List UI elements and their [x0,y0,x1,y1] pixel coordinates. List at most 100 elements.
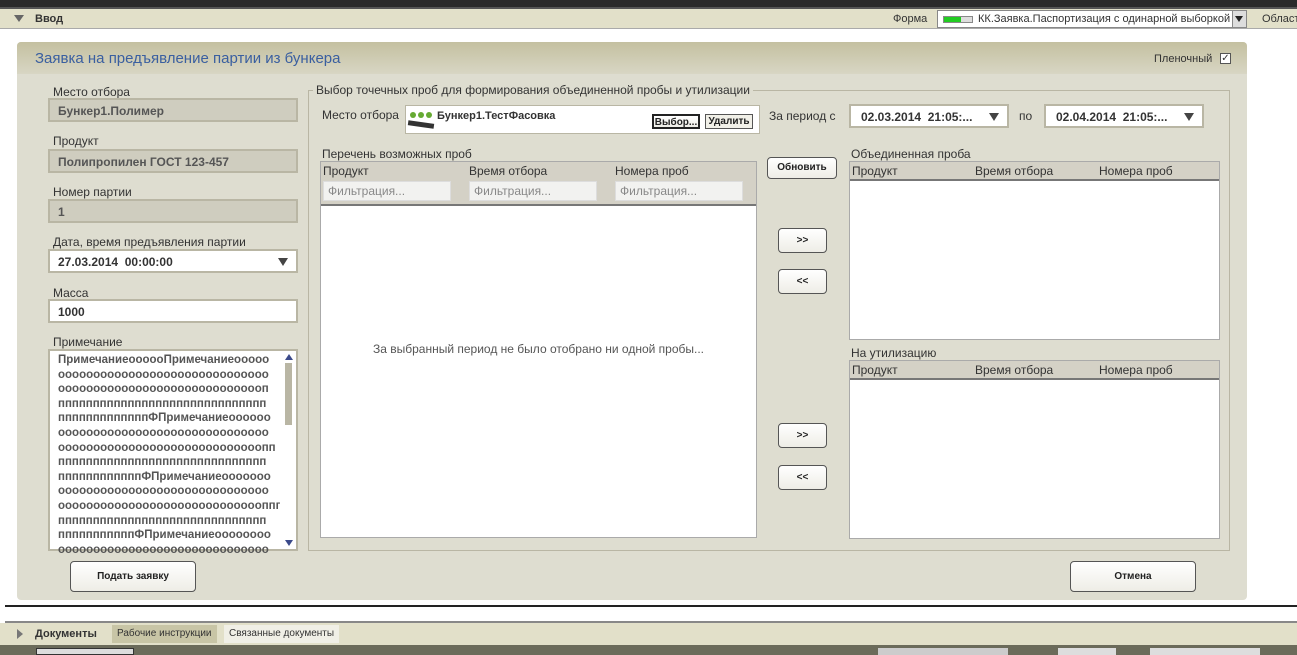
mass-label: Масса [53,286,89,300]
taskbar-item [1058,648,1116,655]
documents-title: Документы [35,628,97,640]
sel-place-label: Место отбора [322,108,399,122]
note-line: пппппппппппппппппппппппппппппп [58,397,267,410]
choose-button[interactable]: Выбор... [652,114,700,129]
refresh-button[interactable]: Обновить [767,157,837,179]
scrollbar-thumb[interactable] [285,363,292,425]
section-title: Ввод [35,13,64,25]
tab-work-instructions[interactable]: Рабочие инструкции [112,625,217,643]
filter-time-input[interactable]: Фильтрация... [469,181,597,201]
note-textarea[interactable]: ПримечаниеоооооПримечаниеооооо оооооооооо… [48,349,298,556]
panel-title: Заявка на предъявление партии из бункера [35,50,341,67]
documents-bar: Документы Рабочие инструкции Связанные д… [0,623,1297,645]
conveyor-icon [407,110,435,130]
note-label: Примечание [53,335,123,349]
period-from-value: 02.03.2014 21:05:... [861,110,973,124]
area-label: Област [1262,13,1297,25]
form-status-icon [943,16,973,23]
form-select[interactable]: КК.Заявка.Паспортизация с одинарной выбо… [937,10,1247,28]
note-line: оооооооооооооооооооооооооооооо [58,485,269,498]
scroll-down-icon[interactable] [285,540,293,546]
col-numbers[interactable]: Номера проб [615,164,689,178]
col-product[interactable]: Продукт [852,363,898,377]
dropdown-arrow-icon[interactable] [278,258,288,266]
window-top-bar [0,0,1297,9]
note-line: оооооооооооооооооооооооооооооо [58,426,269,439]
col-time[interactable]: Время отбора [469,164,547,178]
form-select-value: КК.Заявка.Паспортизация с одинарной выбо… [978,13,1231,25]
empty-message: За выбранный период не было отобрано ни … [372,342,705,356]
chevron-down-icon[interactable] [1232,11,1246,27]
batch-label: Номер партии [53,185,132,199]
combined-sample-grid: Продукт Время отбора Номера проб [849,161,1220,340]
taskbar [0,645,1297,655]
filter-numbers-input[interactable]: Фильтрация... [615,181,743,201]
disposal-grid: Продукт Время отбора Номера проб [849,360,1220,539]
col-time[interactable]: Время отбора [975,164,1053,178]
batch-field: 1 [48,199,298,223]
expand-triangle-icon[interactable] [17,629,23,639]
move-to-disposal-button[interactable]: >> [778,423,827,448]
note-line: пппппппппппФПримечаниеоооооооо [58,529,271,542]
delete-button[interactable]: Удалить [705,114,753,129]
request-panel: Заявка на предъявление партии из бункера… [17,42,1247,600]
available-samples-grid: Продукт Время отбора Номера проб Фильтра… [320,161,757,538]
note-line: оооооооооооооооооооооооооооооппп [58,499,280,512]
tab-related-documents[interactable]: Связанные документы [224,625,340,643]
grid-header: Продукт Время отбора Номера проб Фильтра… [321,162,756,206]
col-product[interactable]: Продукт [323,164,369,178]
period-to-picker[interactable]: 02.04.2014 21:05:... [1044,104,1204,128]
film-label: Пленочный [1154,53,1213,65]
scroll-up-icon[interactable] [285,354,293,360]
taskbar-item [878,648,1008,655]
period-to-value: 02.04.2014 21:05:... [1056,110,1168,124]
note-line: ооооооооооооооооооооооооооооопп [58,441,276,454]
cancel-button[interactable]: Отмена [1070,561,1196,592]
remove-from-disposal-button[interactable]: << [778,465,827,490]
input-section-header: Ввод Форма КК.Заявка.Паспортизация с оди… [0,9,1297,29]
panel-title-bar: Заявка на предъявление партии из бункера… [17,42,1247,74]
list-title: Перечень возможных проб [322,147,472,161]
submit-request-button[interactable]: Подать заявку [70,561,196,592]
note-line: оооооооооооооооооооооооооооооо [58,368,269,381]
note-text: ПримечаниеоооооПримечаниеооооо оооооооооо… [58,353,280,557]
dropdown-arrow-icon[interactable] [1184,113,1194,121]
form-label: Форма [893,13,928,25]
place-field: Бункер1.Полимер [48,98,298,122]
note-line: оооооооооооооооооооооооооооооо [58,543,269,556]
note-line: пппппппппппппппппппппппппппппп [58,514,267,527]
col-numbers[interactable]: Номера проб [1099,363,1173,377]
mass-input[interactable]: 1000 [48,299,298,323]
note-line: оооооооооооооооооооооооооооооп [58,383,269,396]
collapse-triangle-icon[interactable] [14,15,24,22]
note-line: ппппппппппппФПримечаниеооооооо [58,470,271,483]
grid-header: Продукт Время отбора Номера проб [850,162,1219,181]
note-line: пппппппппппппФПримечаниеоооооо [58,412,271,425]
period-to-label: по [1019,109,1033,123]
place-label: Место отбора [53,85,130,99]
disposal-title: На утилизацию [851,346,937,360]
product-field: Полипропилен ГОСТ 123-457 [48,149,298,173]
period-from-label: За период с [769,109,836,123]
sel-place-field: Бункер1.ТестФасовка Выбор... Удалить [405,105,760,134]
grid-header: Продукт Время отбора Номера проб [850,361,1219,380]
col-product[interactable]: Продукт [852,164,898,178]
date-picker[interactable]: 27.03.2014 00:00:00 [48,249,298,273]
col-numbers[interactable]: Номера проб [1099,164,1173,178]
date-value: 27.03.2014 00:00:00 [58,255,173,269]
remove-from-combined-button[interactable]: << [778,269,827,294]
selection-legend: Выбор точечных проб для формирования объ… [313,83,753,97]
note-line: пппппппппппппппппппппппппппппп [58,456,267,469]
date-label: Дата, время предъявления партии [53,235,246,249]
film-checkbox[interactable]: ✓ [1220,53,1231,64]
dropdown-arrow-icon[interactable] [989,113,999,121]
taskbar-item [1150,648,1260,655]
note-line: ПримечаниеоооооПримечаниеооооо [58,354,270,366]
product-label: Продукт [53,134,99,148]
col-time[interactable]: Время отбора [975,363,1053,377]
divider [5,605,1297,607]
filter-product-input[interactable]: Фильтрация... [323,181,451,201]
move-to-combined-button[interactable]: >> [778,228,827,253]
combined-title: Объединенная проба [851,147,971,161]
period-from-picker[interactable]: 02.03.2014 21:05:... [849,104,1009,128]
